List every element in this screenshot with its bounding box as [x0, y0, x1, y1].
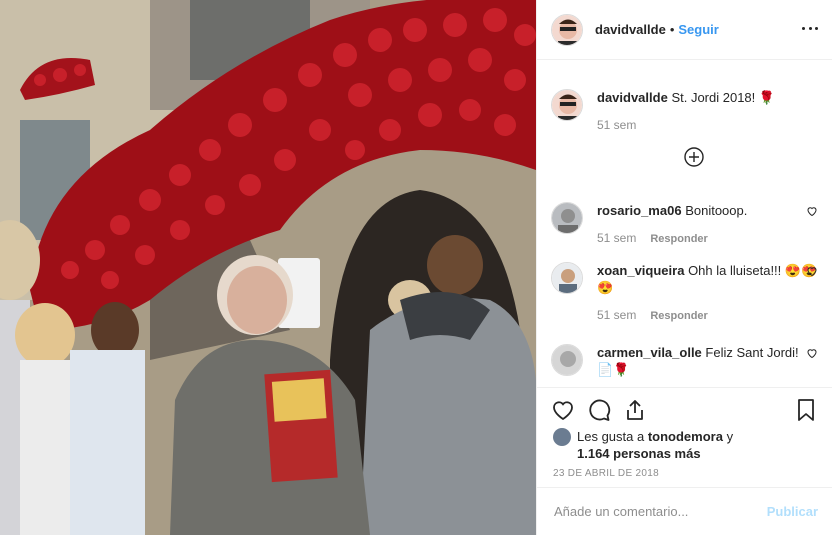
commenter-avatar[interactable]: [551, 344, 583, 376]
post-actions: Les gusta a tonodemora y 1.164 personas …: [537, 387, 832, 488]
caption-time[interactable]: 51 sem: [597, 118, 775, 132]
comment-text: Bonitooop.: [685, 203, 748, 218]
comment-item: rosario_ma06 Bonitooop. 51 sem Responder: [551, 202, 818, 245]
commenter-username[interactable]: carmen_vila_olle: [597, 345, 702, 360]
bookmark-icon[interactable]: [794, 398, 818, 422]
comment-item: xoan_viqueira Ohh la lluiseta!!! 😍😍😍 51 …: [551, 262, 818, 322]
comments-list[interactable]: davidvallde St. Jordi 2018! 🌹 51 sem ros…: [537, 61, 832, 387]
commenter-username[interactable]: xoan_viqueira: [597, 263, 684, 278]
like-comment-heart-icon[interactable]: [806, 264, 818, 277]
share-icon[interactable]: [623, 398, 647, 422]
post-photo-illustration: [0, 0, 536, 535]
comment-input[interactable]: [552, 503, 767, 520]
load-more-comments-icon[interactable]: [684, 147, 704, 167]
likes-count[interactable]: 1.164 personas más: [577, 446, 701, 461]
author-username[interactable]: davidvallde: [595, 22, 666, 37]
commenter-avatar[interactable]: [551, 202, 583, 234]
author-avatar[interactable]: [551, 13, 583, 46]
caption-username[interactable]: davidvallde: [597, 90, 668, 105]
publish-button[interactable]: Publicar: [767, 504, 818, 519]
add-comment-bar: Publicar: [537, 487, 832, 535]
like-comment-heart-icon[interactable]: [806, 346, 818, 359]
header-separator: •: [669, 22, 675, 37]
reply-button[interactable]: Responder: [650, 233, 707, 245]
post-header: davidvallde • Seguir: [537, 0, 832, 60]
caption: davidvallde St. Jordi 2018! 🌹 51 sem: [551, 89, 818, 132]
like-heart-icon[interactable]: [551, 398, 575, 422]
liker-avatar: [553, 428, 571, 446]
commenter-username[interactable]: rosario_ma06: [597, 203, 682, 218]
commenter-avatar[interactable]: [551, 262, 583, 294]
likes-summary[interactable]: Les gusta a tonodemora y 1.164 personas …: [553, 428, 733, 462]
comment-time[interactable]: 51 sem: [597, 231, 636, 245]
likes-prefix: Les gusta a: [577, 429, 648, 444]
post-date: 23 DE ABRIL DE 2018: [553, 468, 659, 479]
comment-time[interactable]: 51 sem: [597, 308, 636, 322]
liker-username[interactable]: tonodemora: [648, 429, 723, 444]
caption-avatar[interactable]: [551, 89, 583, 121]
like-comment-heart-icon[interactable]: [806, 204, 818, 217]
comment-item: carmen_vila_olle Feliz Sant Jordi! 📄🌹: [551, 344, 818, 378]
post-details-panel: davidvallde • Seguir davidvallde St. Jor…: [536, 0, 832, 535]
likes-mid: y: [722, 429, 734, 444]
caption-text: St. Jordi 2018! 🌹: [671, 90, 776, 105]
reply-button[interactable]: Responder: [650, 310, 707, 322]
post-photo[interactable]: [0, 0, 536, 535]
follow-button[interactable]: Seguir: [678, 22, 718, 37]
more-options-icon[interactable]: [802, 21, 818, 35]
comment-bubble-icon[interactable]: [587, 398, 611, 422]
